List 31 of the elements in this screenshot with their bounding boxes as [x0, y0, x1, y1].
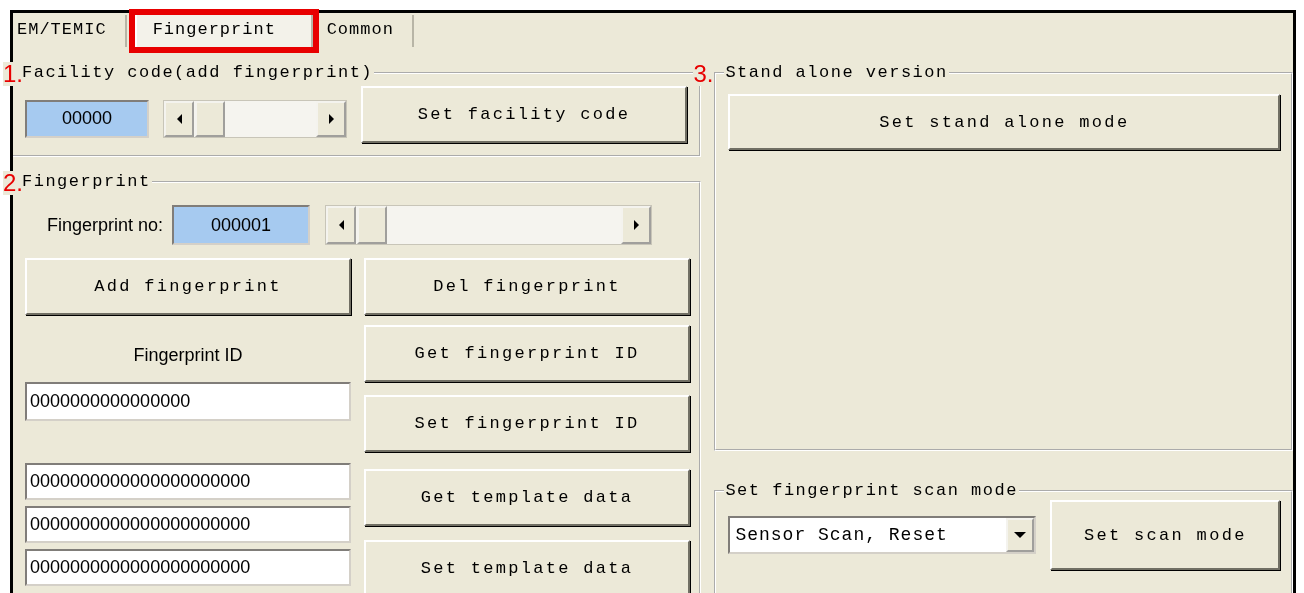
- group-title: Facility code(add fingerprint): [21, 63, 375, 82]
- group-title: Set fingerprint scan mode: [724, 481, 1019, 500]
- set-scan-mode-button[interactable]: Set scan mode: [1050, 500, 1281, 570]
- get-fingerprint-id-button[interactable]: Get fingerprint ID: [364, 325, 690, 382]
- slider-thumb[interactable]: [194, 100, 225, 137]
- get-template-data-button[interactable]: Get template data: [364, 469, 690, 526]
- template-data-field[interactable]: 0000000000000000000000: [25, 549, 351, 586]
- fingerprint-id-label: Fingerprint ID: [132, 345, 244, 366]
- annotation-number: 3.: [693, 62, 714, 86]
- tab[interactable]: EM/TEMIC: [13, 15, 127, 47]
- set-stand-alone-mode-button[interactable]: Set stand alone mode: [728, 94, 1281, 150]
- template-data-field[interactable]: 0000000000000000000000: [25, 463, 351, 500]
- slider-thumb[interactable]: [356, 206, 387, 244]
- fingerprint-no-field[interactable]: 000001: [172, 205, 311, 245]
- set-fingerprint-id-button[interactable]: Set fingerprint ID: [364, 395, 690, 452]
- set-facility-code-button[interactable]: Set facility code: [361, 86, 687, 143]
- annotation-number: 2.: [3, 171, 23, 195]
- fingerprint-no-slider[interactable]: [325, 205, 653, 245]
- annotation-number: 1.: [3, 62, 23, 86]
- set-template-data-button[interactable]: Set template data: [364, 540, 690, 593]
- template-data-field[interactable]: 0000000000000000000000: [25, 506, 351, 543]
- add-fingerprint-button[interactable]: Add fingerprint: [25, 258, 351, 315]
- del-fingerprint-button[interactable]: Del fingerprint: [364, 258, 690, 315]
- fingerprint-id-field[interactable]: 0000000000000000: [25, 382, 351, 421]
- facility-code-slider[interactable]: [163, 99, 347, 138]
- group-title: Stand alone version: [724, 63, 949, 82]
- facility-code-field[interactable]: 00000: [25, 99, 149, 138]
- tab[interactable]: Common: [312, 15, 414, 47]
- group-title: Fingerprint: [21, 172, 152, 191]
- scan-mode-dropdown[interactable]: Sensor Scan, Reset: [728, 516, 1037, 554]
- fingerprint-no-label: Fingerprint no:: [47, 214, 164, 236]
